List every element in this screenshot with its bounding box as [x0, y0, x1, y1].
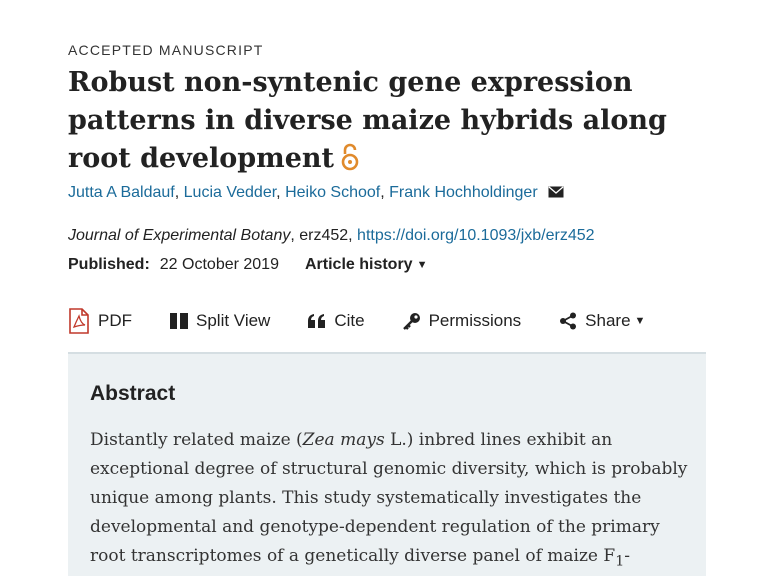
author-link[interactable]: Frank Hochholdinger: [389, 184, 538, 201]
journal-name: Journal of Experimental Botany: [68, 227, 291, 244]
author-link[interactable]: Lucia Vedder: [184, 184, 277, 201]
caret-down-icon: ▼: [416, 259, 428, 271]
mail-icon[interactable]: [548, 185, 564, 203]
abstract-heading: Abstract: [90, 382, 176, 405]
published-date: 22 October 2019: [159, 256, 279, 273]
published-label: Published:: [68, 256, 150, 273]
citation-line: Journal of Experimental Botany, erz452, …: [68, 227, 595, 245]
abstract-text: Distantly related maize (Zea mays L.) in…: [90, 430, 688, 570]
permissions-label: Permissions: [428, 311, 522, 330]
key-icon: [402, 313, 420, 330]
split-view-icon: [170, 313, 188, 329]
pdf-icon: [69, 308, 89, 334]
caret-down-icon: ▼: [634, 315, 646, 327]
article-id: , erz452,: [290, 227, 358, 244]
share-label: Share: [585, 311, 631, 330]
species-name: Zea mays: [302, 430, 385, 450]
doi-link[interactable]: https://doi.org/10.1093/jxb/erz452: [357, 227, 595, 244]
share-icon: [560, 312, 577, 330]
split-view-button[interactable]: Split View: [170, 311, 270, 331]
author-link[interactable]: Jutta A Baldauf: [68, 184, 175, 201]
quote-icon: [308, 314, 326, 328]
cite-label: Cite: [334, 311, 365, 330]
published-line: Published: 22 October 2019 Article history…: [68, 256, 427, 274]
abstract-panel: Abstract Distantly related maize (Zea ma…: [68, 352, 706, 576]
permissions-button[interactable]: Permissions: [402, 311, 522, 331]
split-view-label: Split View: [196, 311, 271, 330]
cite-button[interactable]: Cite: [308, 311, 365, 331]
article-title: Robust non-syntenic gene expression patt…: [68, 64, 728, 182]
article-history-toggle[interactable]: Article history ▼: [305, 256, 427, 273]
open-access-icon: [340, 143, 360, 182]
pdf-label: PDF: [98, 311, 132, 330]
article-title-text: Robust non-syntenic gene expression patt…: [68, 67, 667, 174]
article-history-label: Article history: [304, 256, 413, 273]
author-list: Jutta A Baldauf, Lucia Vedder, Heiko Sch…: [68, 184, 564, 203]
share-button[interactable]: Share ▼: [559, 311, 645, 331]
pdf-button[interactable]: PDF: [68, 308, 132, 334]
manuscript-label: ACCEPTED MANUSCRIPT: [68, 42, 264, 58]
author-link[interactable]: Heiko Schoof: [285, 184, 380, 201]
article-toolbar: PDF Split View Cite Permissions Share ▼: [68, 306, 645, 336]
